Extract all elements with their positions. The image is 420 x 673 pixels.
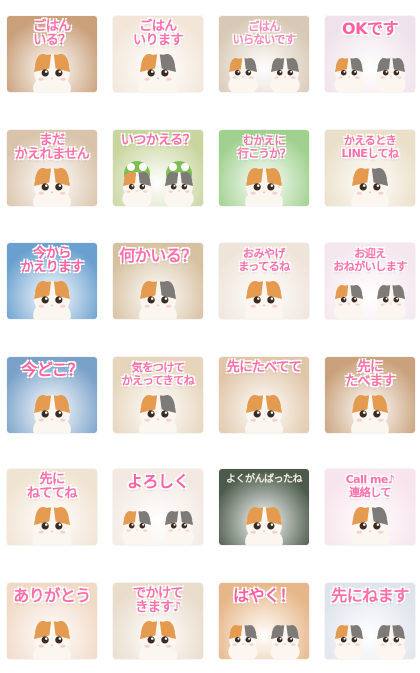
sticker-caption: でかけて きます♪ — [132, 586, 184, 615]
sticker-caption: むかえに 行こうか？ — [237, 134, 291, 160]
kitten-illustration — [237, 499, 291, 545]
sticker-ok[interactable]: OKです — [325, 16, 415, 92]
kitten-illustration — [25, 499, 79, 545]
sticker-mada-kaeremasen[interactable]: まだ かえれません — [7, 130, 97, 206]
sticker-gohan-iranai[interactable]: ごはん いらないです — [219, 16, 309, 92]
sticker-omukae-onegai[interactable]: お迎え おねがいします — [325, 243, 415, 319]
kitten-illustration — [328, 613, 412, 659]
sticker-mukae-ni[interactable]: むかえに 行こうか？ — [219, 130, 309, 206]
kitten-illustration — [25, 613, 79, 659]
kitten-illustration — [222, 613, 306, 659]
sticker-gohan-iru[interactable]: ごはん いる？ — [7, 16, 97, 92]
sticker-caption: まだ かえれません — [14, 133, 90, 162]
kitten-illustration — [25, 387, 79, 433]
sticker-caption: 先にねます — [331, 586, 409, 605]
kitten-illustration — [328, 46, 412, 92]
kitten-illustration — [25, 46, 79, 92]
sticker-caption: ごはん いらないです — [232, 20, 296, 46]
sticker-caption: ごはん いる？ — [33, 19, 71, 48]
sticker-caption: いつかえる？ — [120, 133, 196, 148]
sticker-caption: おみやげ まってるね — [238, 247, 290, 273]
sticker-caption: Call me♪ 連絡して — [345, 473, 395, 499]
sticker-hayaku[interactable]: はやく！ — [219, 583, 309, 659]
kitten-illustration — [116, 160, 200, 206]
sticker-yoku-ganbatta[interactable]: よくがんばったね — [219, 469, 309, 545]
sticker-saki-ni-nemasu[interactable]: 先にねます — [325, 583, 415, 659]
kitten-illustration — [328, 273, 412, 319]
sticker-caption: お迎え おねがいします — [333, 247, 407, 273]
sticker-saki-ni-tabete-te[interactable]: 先にたべてて — [219, 357, 309, 433]
kitten-illustration — [237, 160, 291, 206]
sticker-caption: 先にたべてて — [226, 360, 302, 375]
kitten-illustration — [116, 499, 200, 545]
sticker-caption: よろしく — [126, 472, 190, 491]
sticker-caption: 今どこ？ — [21, 360, 83, 379]
kitten-illustration — [131, 387, 185, 433]
kitten-illustration — [343, 160, 397, 206]
kitten-illustration — [343, 387, 397, 433]
sticker-nani-ka-iru[interactable]: 何かいる？ — [113, 243, 203, 319]
kitten-illustration — [222, 46, 306, 92]
sticker-yoroshiku[interactable]: よろしく — [113, 469, 203, 545]
sticker-caption: 先に たべます — [344, 360, 396, 389]
sticker-gohan-irimasu[interactable]: ごはん いります — [113, 16, 203, 92]
kitten-illustration — [25, 273, 79, 319]
sticker-caption: かえるとき LINEしてね — [341, 134, 400, 160]
sticker-caption: はやく！ — [232, 586, 296, 605]
sticker-caption: 今から かえります — [20, 246, 84, 275]
kitten-illustration — [25, 160, 79, 206]
sticker-caption: 何かいる？ — [119, 246, 197, 265]
sticker-saki-ni-nete-te[interactable]: 先に ねててね — [7, 469, 97, 545]
kitten-illustration — [131, 273, 185, 319]
sticker-arigatou[interactable]: ありがとう — [7, 583, 97, 659]
sticker-grid: ごはん いる？ ごはん いります ごはん いらないです OKです まだ かえれま… — [0, 0, 420, 673]
sticker-caption: ありがとう — [13, 586, 91, 605]
sticker-itte-kimasu[interactable]: でかけて きます♪ — [113, 583, 203, 659]
kitten-illustration — [343, 499, 397, 545]
sticker-itsu-kaeru[interactable]: いつかえる？ — [113, 130, 203, 206]
kitten-illustration — [131, 46, 185, 92]
kitten-illustration — [237, 273, 291, 319]
sticker-kaeru-toki-line[interactable]: かえるとき LINEしてね — [325, 130, 415, 206]
sticker-caption: 先に ねててね — [26, 472, 78, 501]
sticker-omiyage[interactable]: おみやげ まってるね — [219, 243, 309, 319]
sticker-caption: ごはん いります — [132, 19, 184, 48]
sticker-ima-kara-kaerimasu[interactable]: 今から かえります — [7, 243, 97, 319]
sticker-ima-doko[interactable]: 今どこ？ — [7, 357, 97, 433]
kitten-illustration — [131, 613, 185, 659]
sticker-caption: OKです — [341, 19, 399, 38]
sticker-saki-ni-tabemasu[interactable]: 先に たべます — [325, 357, 415, 433]
sticker-caption: 気をつけて かえってきてね — [121, 361, 195, 387]
kitten-illustration — [237, 387, 291, 433]
sticker-renraku-shite[interactable]: Call me♪ 連絡して — [325, 469, 415, 545]
sticker-caption: よくがんばったね — [226, 474, 303, 485]
sticker-ki-wo-tsukete[interactable]: 気をつけて かえってきてね — [113, 357, 203, 433]
